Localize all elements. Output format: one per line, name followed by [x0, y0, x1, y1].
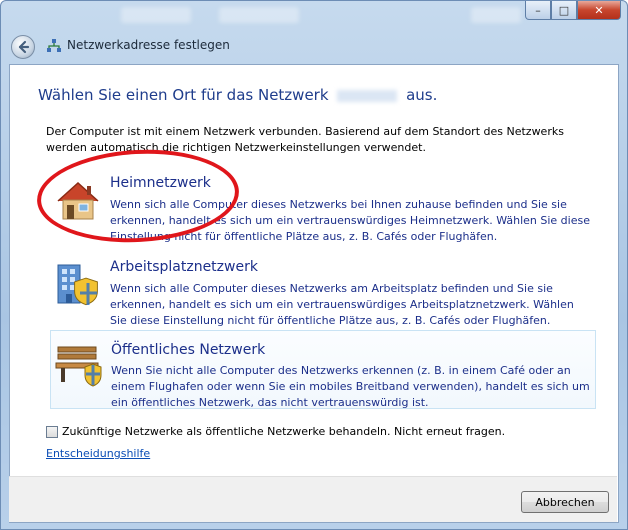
- back-button[interactable]: [11, 35, 35, 59]
- page-heading: Wählen Sie einen Ort für das Netzwerk au…: [38, 86, 437, 104]
- caption-buttons: – □ ✕: [525, 1, 621, 20]
- close-button[interactable]: ✕: [577, 1, 621, 20]
- redacted-network-name: [337, 89, 398, 102]
- blurred-background: [121, 7, 191, 23]
- option-description: Wenn Sie nicht alle Computer des Netzwer…: [111, 364, 590, 409]
- back-arrow-icon: [18, 40, 30, 54]
- heading-text: Wählen Sie einen Ort für das Netzwerk: [38, 86, 329, 104]
- minimize-button[interactable]: –: [525, 1, 551, 20]
- title-bar: – □ ✕: [1, 1, 627, 61]
- heading-suffix: aus.: [406, 86, 438, 104]
- public-network-checkbox[interactable]: [46, 426, 58, 438]
- network-icon: [47, 39, 61, 52]
- checkbox-label: Zukünftige Netzwerke als öffentliche Net…: [62, 425, 506, 438]
- window-title: Netzwerkadresse festlegen: [67, 38, 230, 52]
- park-bench-icon: [55, 346, 102, 387]
- option-title: Arbeitsplatznetzwerk: [110, 259, 258, 275]
- cancel-button[interactable]: Abbrechen: [521, 491, 609, 513]
- option-public-network[interactable]: Öffentliches Netzwerk Wenn Sie nicht all…: [50, 330, 596, 409]
- option-description: Wenn sich alle Computer dieses Netzwerks…: [110, 282, 574, 327]
- maximize-button[interactable]: □: [551, 1, 577, 20]
- help-link[interactable]: Entscheidungshilfe: [46, 447, 150, 460]
- office-building-icon: [57, 264, 98, 306]
- option-work-network[interactable]: Arbeitsplatznetzwerk Wenn sich alle Comp…: [50, 259, 596, 327]
- blurred-background: [471, 7, 521, 23]
- option-title: Öffentliches Netzwerk: [111, 342, 266, 358]
- blurred-background: [219, 7, 299, 23]
